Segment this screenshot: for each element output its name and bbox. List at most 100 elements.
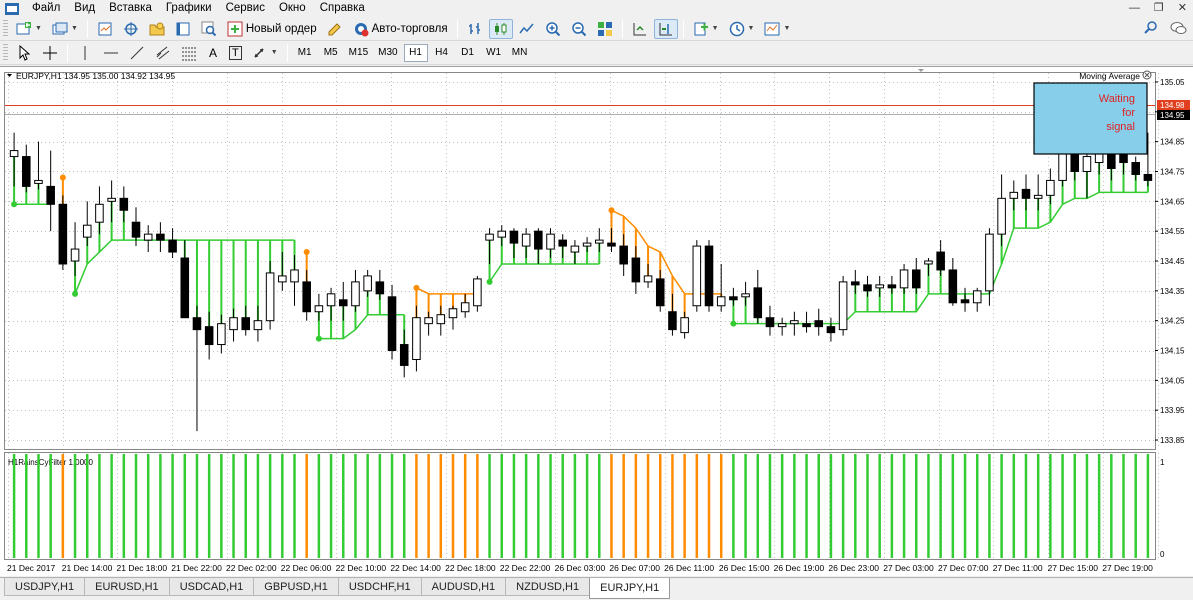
arrows-tool[interactable]: ▼ <box>248 43 282 63</box>
tab-usdchf[interactable]: USDCHF,H1 <box>337 578 422 596</box>
line-chart-button[interactable] <box>515 19 539 39</box>
zoom-out-button[interactable] <box>567 19 591 39</box>
timeframe-d1[interactable]: D1 <box>456 44 480 62</box>
indicators-button[interactable]: ▼ <box>689 19 723 39</box>
candle <box>863 275 872 297</box>
candle <box>497 225 507 247</box>
candle <box>729 287 738 306</box>
candle <box>424 311 433 336</box>
restore-icon[interactable]: ❐ <box>1154 0 1164 17</box>
symbol-menu-arrow-icon[interactable] <box>7 74 12 77</box>
chart-window[interactable]: EURJPY,H1 134.95 135.00 134.92 134.95 Mo… <box>0 66 1193 576</box>
close-icon[interactable]: ✕ <box>1178 0 1187 17</box>
timeframe-m5[interactable]: M5 <box>319 44 343 62</box>
profiles-button[interactable]: ▼ <box>48 19 82 39</box>
time-axis[interactable]: 21 Dec 2017 21 Dec 14:00 21 Dec 18:00 21 De… <box>7 563 1153 573</box>
fibonacci-tool[interactable] <box>177 43 201 63</box>
menu-view[interactable]: Вид <box>67 0 102 17</box>
new-order-button[interactable]: Новый ордер <box>223 19 321 39</box>
candle <box>9 132 19 187</box>
search-icon[interactable] <box>1143 20 1159 36</box>
text-label-tool[interactable]: T <box>225 43 246 63</box>
indicator-close-icon[interactable] <box>1142 70 1152 80</box>
candle <box>119 186 129 223</box>
menu-tools[interactable]: Сервис <box>219 0 272 17</box>
menu-file[interactable]: Файл <box>25 0 67 17</box>
tab-audusd[interactable]: AUDUSD,H1 <box>420 578 507 596</box>
candle <box>765 305 775 336</box>
candle <box>753 269 763 324</box>
timeframe-m1[interactable]: M1 <box>293 44 317 62</box>
candle <box>1021 174 1031 211</box>
chart-shift-marker-icon[interactable] <box>918 69 924 72</box>
tab-eurusd[interactable]: EURUSD,H1 <box>84 578 170 596</box>
menu-charts[interactable]: Графики <box>159 0 219 17</box>
cursor-icon <box>16 44 32 61</box>
navigator-button[interactable] <box>145 19 169 39</box>
timeframe-h4[interactable]: H4 <box>430 44 454 62</box>
auto-scroll-button[interactable] <box>653 18 678 39</box>
text-tool[interactable]: A <box>203 43 223 63</box>
minimize-icon[interactable]: — <box>1129 0 1140 17</box>
candle <box>534 228 543 264</box>
candle <box>619 234 628 276</box>
time-label: 27 Dec 11:00 <box>993 563 1043 573</box>
price-axis[interactable]: 135.05 134.95 134.85 134.75 134.65 134.55 134.… <box>1155 78 1185 445</box>
zoom-out-icon <box>571 21 587 37</box>
candle <box>680 311 689 339</box>
tab-gbpusd[interactable]: GBPUSD,H1 <box>253 578 339 596</box>
terminal-button[interactable] <box>171 19 195 39</box>
candle <box>58 195 68 270</box>
tile-windows-button[interactable] <box>593 19 617 39</box>
autotrading-button[interactable]: Авто-торговля <box>349 19 452 39</box>
toolbar-grip[interactable] <box>3 43 8 62</box>
candle <box>911 258 921 294</box>
templates-button[interactable]: ▼ <box>760 19 794 39</box>
zoom-in-button[interactable] <box>541 19 565 39</box>
new-chart-button[interactable]: ▼ <box>12 19 46 39</box>
candle <box>143 225 153 253</box>
price-chart[interactable]: EURJPY,H1 134.95 135.00 134.92 134.95 Mo… <box>0 67 1193 577</box>
channel-icon <box>155 45 171 61</box>
periods-button[interactable]: ▼ <box>725 19 759 39</box>
candle <box>485 228 494 264</box>
data-window-button[interactable] <box>119 19 143 39</box>
toolbar-grip[interactable] <box>3 19 8 38</box>
candlestick-chart-button[interactable] <box>488 18 513 39</box>
timeframe-w1[interactable]: W1 <box>482 44 506 62</box>
tab-nzdusd[interactable]: NZDUSD,H1 <box>505 578 591 596</box>
candle <box>265 261 275 330</box>
horizontal-line-tool[interactable] <box>99 43 123 63</box>
time-label: 26 Dec 15:00 <box>719 563 770 573</box>
menu-window[interactable]: Окно <box>272 0 313 17</box>
candle <box>204 311 214 360</box>
crosshair-tool[interactable] <box>38 43 62 63</box>
meta-editor-button[interactable] <box>323 19 347 39</box>
trendline-tool[interactable] <box>125 43 149 63</box>
candle <box>278 252 287 291</box>
timeframe-m30[interactable]: M30 <box>374 44 401 62</box>
chat-icon[interactable] <box>1169 20 1187 36</box>
bar-chart-button[interactable] <box>463 19 487 39</box>
channel-tool[interactable] <box>151 43 175 63</box>
arrows-icon <box>252 45 268 61</box>
candle <box>997 174 1006 247</box>
menu-help[interactable]: Справка <box>313 0 372 17</box>
tab-eurjpy[interactable]: EURJPY,H1 <box>589 578 671 599</box>
chart-shift-button[interactable] <box>628 19 652 39</box>
candle <box>387 284 397 360</box>
vertical-line-tool[interactable] <box>73 43 97 63</box>
tab-usdcad[interactable]: USDCAD,H1 <box>168 578 255 596</box>
timeframe-h1[interactable]: H1 <box>403 43 428 62</box>
tab-usdjpy[interactable]: USDJPY,H1 <box>4 578 86 596</box>
candle <box>34 141 43 190</box>
candle <box>948 258 958 306</box>
timeframe-m15[interactable]: M15 <box>345 44 372 62</box>
menu-insert[interactable]: Вставка <box>102 0 159 17</box>
price-label: 133.95 <box>1160 406 1185 415</box>
timeframe-mn[interactable]: MN <box>508 44 532 62</box>
strategy-tester-button[interactable] <box>197 19 221 39</box>
cursor-tool[interactable] <box>12 43 36 63</box>
market-watch-button[interactable] <box>93 19 117 39</box>
info-box-line-1: Waiting <box>1099 93 1135 105</box>
